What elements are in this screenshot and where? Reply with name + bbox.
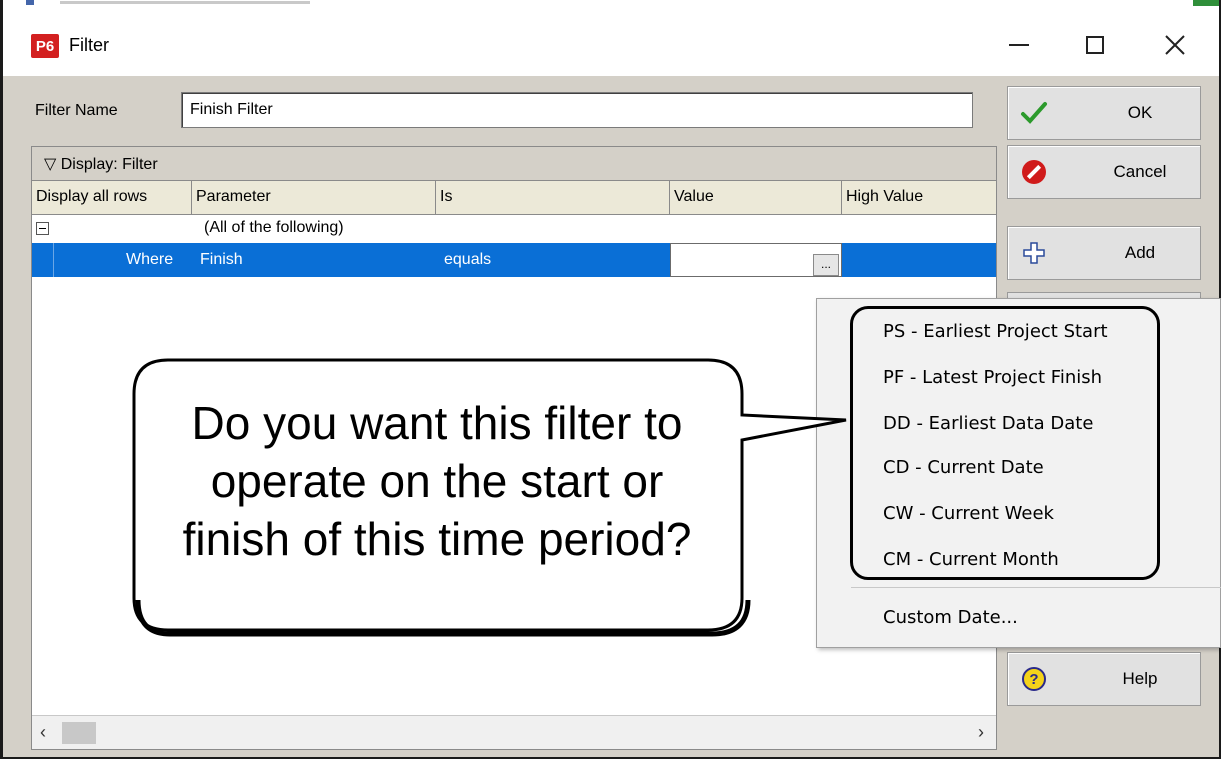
close-icon xyxy=(1165,35,1185,55)
add-label: Add xyxy=(1124,243,1156,262)
table-row-selected[interactable]: Where Finish equals ... xyxy=(32,243,996,277)
add-button[interactable]: Add xyxy=(1007,226,1201,280)
column-header-is[interactable]: Is xyxy=(436,181,670,214)
scroll-left-icon[interactable]: ‹ xyxy=(40,722,46,743)
callout-line-1: Do you want this filter to xyxy=(191,397,683,449)
column-header-display-all-rows[interactable]: Display all rows xyxy=(32,181,192,214)
cancel-button[interactable]: Cancel xyxy=(1007,145,1201,199)
checkmark-icon xyxy=(1020,99,1048,127)
filter-name-input[interactable]: Finish Filter xyxy=(181,92,973,128)
ok-label: OK xyxy=(1127,103,1153,122)
menu-separator xyxy=(851,587,1221,588)
cell-parameter[interactable]: Finish xyxy=(196,243,247,277)
plus-icon xyxy=(1020,239,1048,267)
close-button[interactable] xyxy=(1145,22,1205,68)
annotation-highlight-box xyxy=(850,306,1160,580)
table-row-group[interactable]: (All of the following) xyxy=(32,215,996,243)
minimize-button[interactable] xyxy=(989,22,1049,68)
ellipsis-button[interactable]: ... xyxy=(813,254,839,276)
column-header-high-value[interactable]: High Value xyxy=(842,181,996,214)
row-marker xyxy=(32,243,54,277)
scroll-right-icon[interactable]: › xyxy=(978,722,984,743)
triangle-down-icon: ▽ xyxy=(44,156,61,173)
column-header-parameter[interactable]: Parameter xyxy=(192,181,436,214)
ok-button[interactable]: OK xyxy=(1007,86,1201,140)
group-row-label: (All of the following) xyxy=(204,219,344,236)
help-label: Help xyxy=(1122,669,1158,688)
cancel-label: Cancel xyxy=(1113,162,1167,181)
minimize-icon xyxy=(1009,44,1029,46)
menu-item-custom-date[interactable]: Custom Date... xyxy=(883,607,1018,628)
group-bar-label: Display: Filter xyxy=(60,156,158,173)
callout-line-3: finish of this time period? xyxy=(182,513,692,565)
collapse-icon[interactable] xyxy=(36,222,49,235)
cell-where: Where xyxy=(126,251,174,268)
help-button[interactable]: ? Help xyxy=(1007,652,1201,706)
title-bar: P6 Filter xyxy=(3,8,1219,76)
grid-header: Display all rows Parameter Is Value High… xyxy=(32,181,996,215)
column-header-value[interactable]: Value xyxy=(670,181,842,214)
help-icon: ? xyxy=(1022,667,1046,691)
callout-text: Do you want this filter to operate on th… xyxy=(132,394,742,568)
callout-line-2: operate on the start or xyxy=(210,455,664,507)
cancel-icon xyxy=(1022,160,1046,184)
window-title: Filter xyxy=(69,35,109,55)
group-bar[interactable]: ▽ Display: Filter xyxy=(32,147,996,181)
cell-is[interactable]: equals xyxy=(440,243,495,277)
maximize-button[interactable] xyxy=(1065,22,1125,68)
scroll-thumb[interactable] xyxy=(62,722,96,744)
cell-value[interactable]: ... xyxy=(670,243,842,277)
filter-name-label: Filter Name xyxy=(35,102,118,119)
maximize-icon xyxy=(1086,36,1104,54)
p6-app-icon: P6 xyxy=(31,34,59,58)
horizontal-scrollbar[interactable]: ‹ › xyxy=(32,715,996,749)
